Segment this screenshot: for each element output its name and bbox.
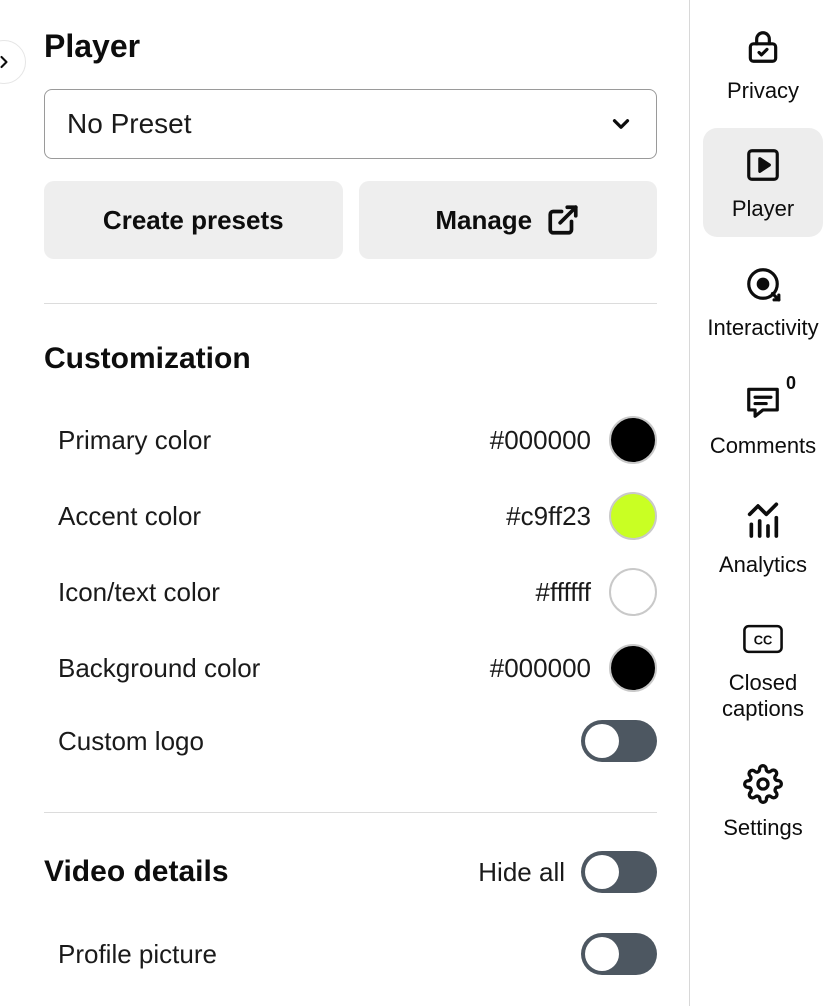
create-presets-button[interactable]: Create presets	[44, 181, 343, 259]
chevron-down-icon	[608, 111, 634, 137]
page-title: Player	[44, 28, 657, 65]
profile-picture-toggle[interactable]	[581, 933, 657, 975]
sidebar-item-privacy[interactable]: Privacy	[703, 10, 823, 118]
toggle-knob	[585, 855, 619, 889]
toggle-knob	[585, 937, 619, 971]
icon-text-color-value: #ffffff	[536, 577, 591, 608]
sidebar-label-player: Player	[732, 196, 794, 222]
play-square-icon	[742, 144, 784, 186]
chevron-right-icon	[0, 52, 14, 72]
background-color-swatch[interactable]	[609, 644, 657, 692]
video-details-title: Video details	[44, 855, 229, 889]
custom-logo-label: Custom logo	[58, 726, 204, 757]
sidebar-item-comments[interactable]: 0 Comments	[703, 365, 823, 473]
primary-color-value: #000000	[490, 425, 591, 456]
hide-all-toggle[interactable]	[581, 851, 657, 893]
cc-icon: CC	[742, 618, 784, 660]
profile-picture-label: Profile picture	[58, 939, 217, 970]
accent-color-row: Accent color #c9ff23	[44, 478, 657, 554]
sidebar-item-closed-captions[interactable]: CC Closed captions	[703, 602, 823, 737]
preset-selected-value: No Preset	[67, 108, 192, 140]
interactivity-icon	[742, 263, 784, 305]
lock-icon	[742, 26, 784, 68]
sidebar-label-settings: Settings	[723, 815, 803, 841]
customization-title: Customization	[44, 342, 657, 376]
primary-color-swatch[interactable]	[609, 416, 657, 464]
divider	[44, 303, 657, 304]
sidebar-item-interactivity[interactable]: Interactivity	[703, 247, 823, 355]
preset-select[interactable]: No Preset	[44, 89, 657, 159]
divider	[44, 812, 657, 813]
sidebar-item-settings[interactable]: Settings	[703, 747, 823, 855]
gear-icon	[742, 763, 784, 805]
comments-count-badge: 0	[786, 373, 796, 394]
background-color-value: #000000	[490, 653, 591, 684]
analytics-icon	[742, 500, 784, 542]
sidebar-label-privacy: Privacy	[727, 78, 799, 104]
accent-color-value: #c9ff23	[506, 501, 591, 532]
sidebar-label-interactivity: Interactivity	[707, 315, 818, 341]
manage-presets-label: Manage	[435, 205, 532, 236]
video-details-header: Video details Hide all	[44, 851, 657, 893]
sidebar-item-player[interactable]: Player	[703, 128, 823, 236]
profile-picture-row: Profile picture	[44, 919, 657, 989]
external-link-icon	[546, 203, 580, 237]
hide-all-label: Hide all	[478, 857, 565, 888]
background-color-row: Background color #000000	[44, 630, 657, 706]
sidebar-label-closed-captions: Closed captions	[707, 670, 819, 723]
sidebar-label-comments: Comments	[710, 433, 816, 459]
icon-text-color-swatch[interactable]	[609, 568, 657, 616]
accent-color-label: Accent color	[58, 501, 201, 532]
sidebar-label-analytics: Analytics	[719, 552, 807, 578]
background-color-label: Background color	[58, 653, 260, 684]
custom-logo-toggle[interactable]	[581, 720, 657, 762]
sidebar: Privacy Player Interactivity	[690, 0, 836, 1006]
primary-color-label: Primary color	[58, 425, 211, 456]
custom-logo-row: Custom logo	[44, 706, 657, 776]
sidebar-item-analytics[interactable]: Analytics	[703, 484, 823, 592]
manage-presets-button[interactable]: Manage	[359, 181, 658, 259]
icon-text-color-label: Icon/text color	[58, 577, 220, 608]
icon-text-color-row: Icon/text color #ffffff	[44, 554, 657, 630]
primary-color-row: Primary color #000000	[44, 402, 657, 478]
create-presets-label: Create presets	[103, 205, 284, 236]
comments-icon: 0	[742, 381, 784, 423]
accent-color-swatch[interactable]	[609, 492, 657, 540]
preset-button-row: Create presets Manage	[44, 181, 657, 259]
toggle-knob	[585, 724, 619, 758]
player-settings-panel: Player No Preset Create presets Manage C…	[0, 0, 690, 1006]
svg-text:CC: CC	[754, 633, 773, 648]
